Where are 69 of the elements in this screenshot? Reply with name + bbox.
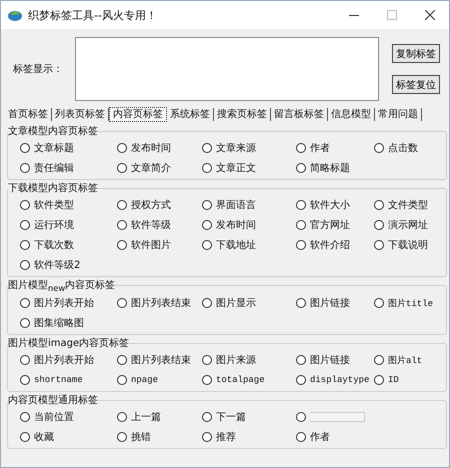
- radio-button[interactable]: 文章正文: [202, 158, 296, 178]
- group-title: 下载模型内容页标签: [8, 182, 98, 195]
- group-title: 文章模型内容页标签: [8, 124, 98, 138]
- field-label: 标签显示：: [12, 62, 64, 76]
- radio-button[interactable]: 点击数: [374, 138, 446, 158]
- radio-button[interactable]: 软件等级2: [20, 255, 117, 275]
- radio-button[interactable]: 发布时间: [202, 215, 296, 235]
- tab[interactable]: 系统标签: [167, 108, 214, 120]
- radio-button[interactable]: 图片来源: [202, 350, 296, 370]
- radio-button[interactable]: 挑错: [117, 427, 202, 447]
- radio-button[interactable]: 图片列表开始: [20, 350, 117, 370]
- radio-button[interactable]: 文件类型: [374, 195, 446, 215]
- radio-button[interactable]: shortname: [20, 370, 117, 390]
- radio-button[interactable]: 文章标题: [20, 138, 117, 158]
- radio-button[interactable]: 作者: [296, 427, 374, 447]
- radio-button[interactable]: 下载地址: [202, 235, 296, 255]
- progress-track: [310, 412, 365, 422]
- tab[interactable]: 首页标签: [5, 108, 52, 120]
- tab[interactable]: 内容页标签: [109, 106, 167, 122]
- radio-button[interactable]: 图片列表开始: [20, 293, 117, 313]
- radio-button[interactable]: 图片alt: [374, 350, 446, 370]
- radio-button[interactable]: 文章简介: [117, 158, 202, 178]
- radio-button[interactable]: 下一篇: [202, 407, 296, 427]
- radio-button[interactable]: 推荐: [202, 427, 296, 447]
- radio-button[interactable]: displaytype: [296, 370, 374, 390]
- tab[interactable]: 留言板标签: [271, 108, 328, 120]
- window-title: 织梦标签工具--风火专用！: [28, 8, 157, 22]
- radio-button[interactable]: ID: [374, 370, 446, 390]
- radio-button[interactable]: 图片显示: [202, 293, 296, 313]
- radio-button[interactable]: 图片列表结束: [117, 350, 202, 370]
- radio-button[interactable]: 软件等级: [117, 215, 202, 235]
- tag-text-area[interactable]: [75, 37, 379, 101]
- app-icon: [7, 8, 23, 22]
- radio-button[interactable]: 软件图片: [117, 235, 202, 255]
- radio-button[interactable]: 责任编辑: [20, 158, 117, 178]
- tab[interactable]: 搜索页标签: [214, 108, 271, 120]
- radio-button[interactable]: 当前位置: [20, 407, 117, 427]
- radio-button[interactable]: 图片列表结束: [117, 293, 202, 313]
- tab[interactable]: 常用问题: [375, 108, 422, 120]
- radio-button[interactable]: 图片链接: [296, 293, 374, 313]
- radio-button[interactable]: 软件介绍: [296, 235, 374, 255]
- radio-button[interactable]: [296, 412, 306, 422]
- radio-button[interactable]: totalpage: [202, 370, 296, 390]
- radio-button[interactable]: 软件类型: [20, 195, 117, 215]
- radio-button[interactable]: 下载说明: [374, 235, 446, 255]
- close-icon[interactable]: [425, 10, 435, 20]
- radio-button[interactable]: 界面语言: [202, 195, 296, 215]
- radio-button[interactable]: 软件大小: [296, 195, 374, 215]
- action-button[interactable]: 复制标签: [392, 44, 440, 63]
- group-title: 图片模型$_{new}$内容页标签: [8, 278, 116, 293]
- radio-button[interactable]: 图片title: [374, 293, 446, 313]
- radio-button[interactable]: 授权方式: [117, 195, 202, 215]
- tab[interactable]: 信息模型: [328, 108, 375, 120]
- radio-button[interactable]: 图集缩略图: [20, 313, 117, 333]
- radio-button[interactable]: 简略标题: [296, 158, 374, 178]
- radio-button[interactable]: 作者: [296, 138, 374, 158]
- radio-button[interactable]: 运行环境: [20, 215, 117, 235]
- radio-button[interactable]: 收藏: [20, 427, 117, 447]
- radio-button[interactable]: 文章来源: [202, 138, 296, 158]
- radio-button[interactable]: 官方网址: [296, 215, 374, 235]
- radio-button[interactable]: 上一篇: [117, 407, 202, 427]
- radio-button[interactable]: 演示网址: [374, 215, 446, 235]
- radio-button[interactable]: npage: [117, 370, 202, 390]
- radio-button[interactable]: 图片链接: [296, 350, 374, 370]
- group-title: 内容页模型通用标签: [8, 394, 98, 407]
- radio-button[interactable]: 发布时间: [117, 138, 202, 158]
- group-title: 图片模型image内容页标签: [8, 336, 130, 350]
- action-button[interactable]: 标签复位: [392, 75, 440, 94]
- radio-button[interactable]: 下载次数: [20, 235, 117, 255]
